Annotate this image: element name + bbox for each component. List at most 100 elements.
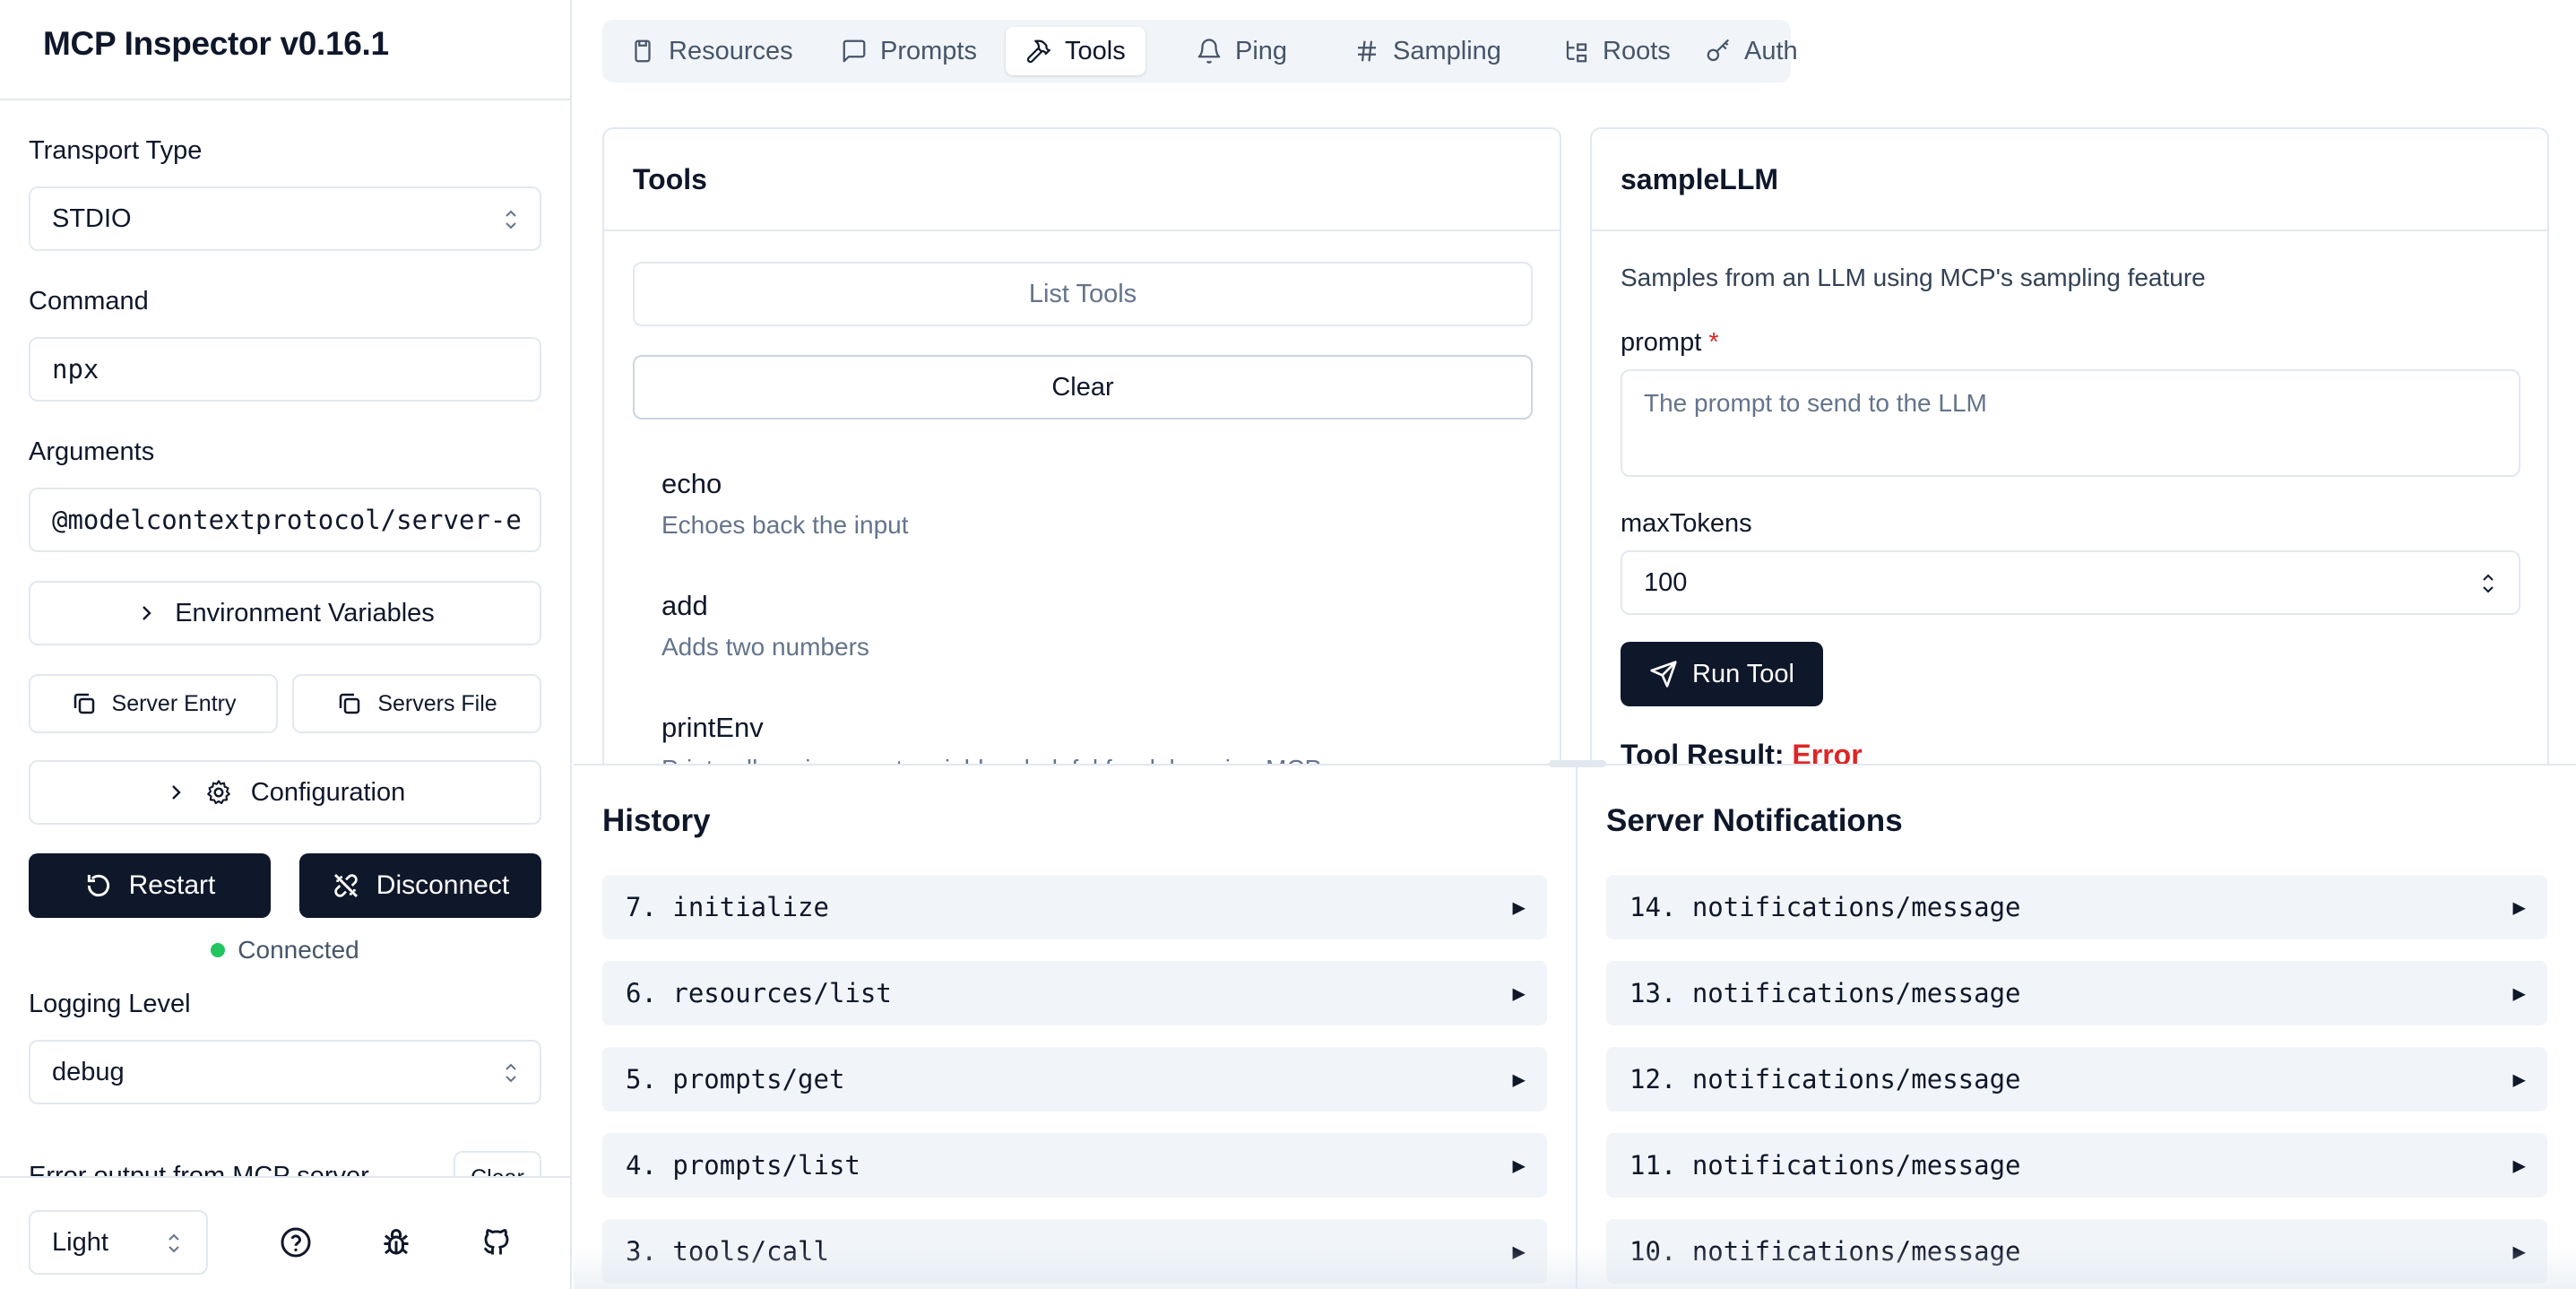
tool-item-add[interactable]: add Adds two numbers: [661, 590, 869, 662]
arguments-input[interactable]: @modelcontextprotocol/server-e: [29, 488, 541, 552]
history-item-label: 7. initialize: [626, 892, 829, 922]
tab-prompts[interactable]: Prompts: [821, 27, 997, 75]
bug-icon[interactable]: [380, 1226, 412, 1259]
arguments-value: @modelcontextprotocol/server-e: [52, 505, 522, 535]
run-tool-label: Run Tool: [1692, 659, 1794, 688]
expand-arrow-icon: ▶: [1512, 1239, 1526, 1264]
github-icon[interactable]: [480, 1226, 513, 1259]
command-input[interactable]: npx: [29, 337, 541, 402]
prompt-label: prompt *: [1621, 328, 1719, 358]
sidebar: MCP Inspector v0.16.1 Transport Type STD…: [0, 0, 572, 1289]
disconnect-button[interactable]: Disconnect: [299, 853, 541, 918]
history-item-label: 4. prompts/list: [626, 1150, 860, 1181]
history-title: History: [602, 803, 711, 838]
tools-panel-title: Tools: [604, 129, 1560, 231]
restart-button[interactable]: Restart: [29, 853, 271, 918]
disconnect-label: Disconnect: [376, 870, 510, 900]
max-tokens-input[interactable]: 100: [1621, 550, 2520, 615]
number-stepper-icon[interactable]: [2481, 572, 2495, 595]
notification-item[interactable]: 13. notifications/message ▶: [1606, 961, 2547, 1025]
sidebar-header: MCP Inspector v0.16.1: [0, 0, 570, 100]
help-icon[interactable]: [280, 1226, 312, 1259]
unplug-icon: [333, 873, 358, 898]
tab-ping[interactable]: Ping: [1176, 27, 1307, 75]
gear-icon: [206, 780, 230, 805]
folder-tree-icon: [1566, 40, 1587, 63]
tab-sampling[interactable]: Sampling: [1334, 27, 1521, 75]
history-item[interactable]: 5. prompts/get ▶: [602, 1047, 1547, 1112]
notification-item[interactable]: 10. notifications/message ▶: [1606, 1219, 2547, 1284]
notification-item[interactable]: 11. notifications/message ▶: [1606, 1133, 2547, 1198]
logging-level-label: Logging Level: [29, 990, 191, 1018]
configuration-button[interactable]: Configuration: [29, 760, 541, 825]
history-item-label: 5. prompts/get: [626, 1064, 845, 1094]
history-item[interactable]: 3. tools/call ▶: [602, 1219, 1547, 1284]
logging-level-select[interactable]: debug: [29, 1040, 541, 1104]
transport-type-value: STDIO: [52, 203, 132, 233]
environment-variables-button[interactable]: Environment Variables: [29, 581, 541, 645]
tab-resources[interactable]: Resources: [609, 27, 813, 75]
prompt-textarea[interactable]: The prompt to send to the LLM: [1621, 369, 2520, 477]
key-icon: [1707, 39, 1730, 62]
tab-tools-label: Tools: [1065, 36, 1126, 65]
transport-type-label: Transport Type: [29, 136, 203, 165]
chevron-right-icon: [143, 606, 151, 620]
notification-item[interactable]: 14. notifications/message ▶: [1606, 875, 2547, 939]
arguments-label: Arguments: [29, 437, 155, 466]
hash-icon: [1358, 40, 1376, 62]
logging-level-value: debug: [52, 1057, 125, 1086]
tool-detail-panel: sampleLLM Samples from an LLM using MCP'…: [1590, 127, 2549, 773]
tab-roots-label: Roots: [1603, 36, 1671, 65]
expand-arrow-icon: ▶: [2512, 981, 2526, 1006]
status-dot: [211, 943, 226, 957]
history-item[interactable]: 4. prompts/list ▶: [602, 1133, 1547, 1198]
tool-item-echo[interactable]: echo Echoes back the input: [661, 468, 909, 540]
tool-name: add: [661, 590, 708, 621]
hammer-icon: [1026, 39, 1051, 64]
prompt-label-text: prompt: [1621, 328, 1702, 357]
transport-type-select[interactable]: STDIO: [29, 186, 541, 251]
message-icon: [843, 39, 866, 63]
notification-item-label: 13. notifications/message: [1629, 978, 2021, 1008]
required-marker: *: [1708, 328, 1719, 357]
tab-auth-label: Auth: [1744, 36, 1798, 65]
tab-roots[interactable]: Roots: [1543, 27, 1690, 75]
notification-item-label: 14. notifications/message: [1629, 892, 2021, 922]
tool-detail-description: Samples from an LLM using MCP's sampling…: [1621, 264, 2206, 291]
run-tool-button[interactable]: Run Tool: [1621, 642, 1823, 706]
notification-item-label: 12. notifications/message: [1629, 1064, 2021, 1094]
environment-variables-label: Environment Variables: [175, 598, 435, 627]
tab-tools[interactable]: Tools: [1006, 27, 1145, 75]
tab-resources-label: Resources: [669, 36, 793, 65]
servers-file-button[interactable]: Servers File: [292, 674, 541, 733]
expand-arrow-icon: ▶: [2512, 1067, 2526, 1092]
servers-file-label: Servers File: [377, 690, 497, 716]
server-entry-button[interactable]: Server Entry: [29, 674, 278, 733]
history-item[interactable]: 6. resources/list ▶: [602, 961, 1547, 1025]
theme-select[interactable]: Light: [29, 1210, 208, 1275]
list-tools-button[interactable]: List Tools: [633, 262, 1533, 326]
history-item-label: 6. resources/list: [626, 978, 892, 1008]
max-tokens-value: 100: [1644, 567, 1688, 597]
chevron-up-down-icon: [506, 210, 516, 229]
configuration-label: Configuration: [250, 777, 406, 807]
tab-sampling-label: Sampling: [1393, 36, 1501, 65]
history-item[interactable]: 7. initialize ▶: [602, 875, 1547, 939]
sidebar-footer: Light: [0, 1176, 570, 1289]
expand-arrow-icon: ▶: [1512, 1153, 1526, 1178]
server-notifications-title: Server Notifications: [1606, 803, 1903, 838]
resize-handle[interactable]: [1549, 760, 1606, 767]
tab-auth[interactable]: Auth: [1685, 27, 1818, 75]
chevron-right-icon: [171, 785, 181, 800]
notification-item[interactable]: 12. notifications/message ▶: [1606, 1047, 2547, 1112]
notification-item-label: 11. notifications/message: [1629, 1150, 2021, 1181]
expand-arrow-icon: ▶: [2512, 1239, 2526, 1264]
tool-description: Echoes back the input: [661, 511, 909, 539]
tool-detail-title: sampleLLM: [1592, 129, 2547, 231]
expand-arrow-icon: ▶: [1512, 895, 1526, 920]
tool-name: printEnv: [661, 712, 764, 743]
clear-tools-button[interactable]: Clear: [633, 355, 1533, 420]
chevron-up-down-icon: [506, 1063, 516, 1083]
bell-icon: [1197, 39, 1221, 64]
expand-arrow-icon: ▶: [1512, 1067, 1526, 1092]
